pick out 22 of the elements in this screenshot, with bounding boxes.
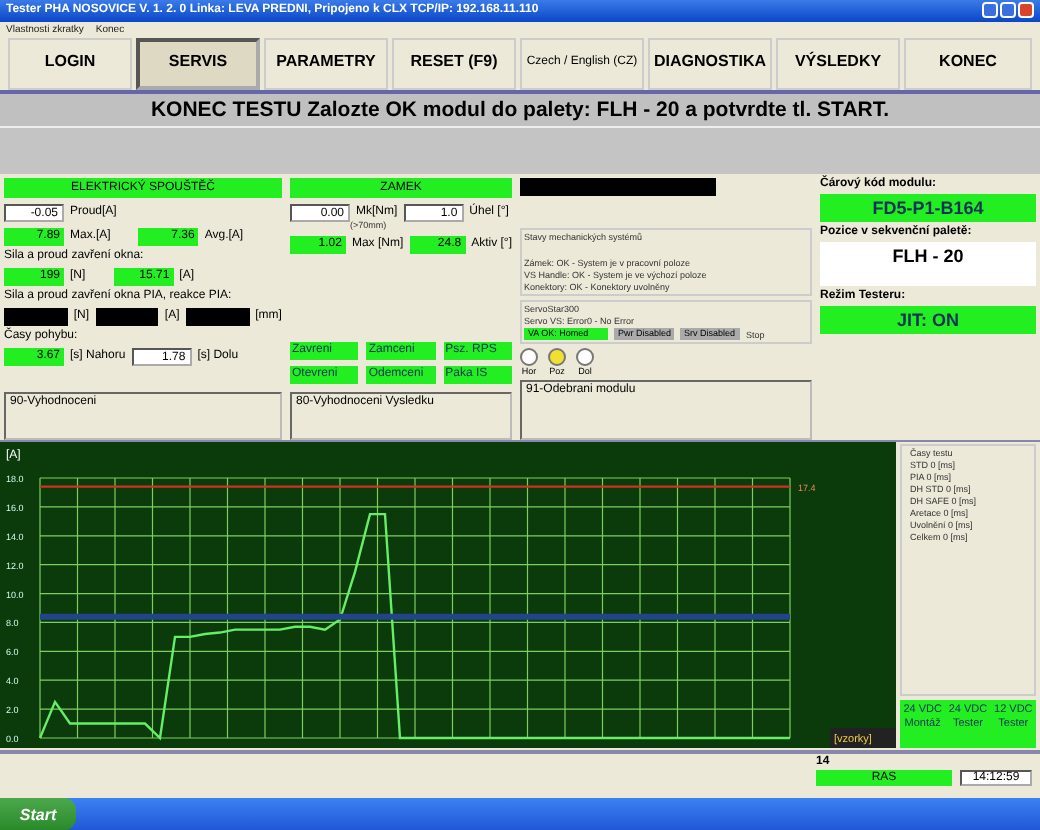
mode-field: JIT: ON [820,306,1036,335]
toolbar-button[interactable]: RESET (F9) [392,37,516,90]
toolbar-button[interactable]: DIAGNOSTIKA [648,37,772,90]
start-button[interactable]: Start [0,798,76,830]
toolbar-button[interactable]: SERVIS [136,37,260,90]
maximize-icon[interactable] [1000,2,1016,19]
position-field: FLH - 20 [820,242,1036,287]
barcode-field: FD5-P1-B164 [820,194,1036,223]
close-icon[interactable] [1018,2,1034,19]
radio-button[interactable] [520,348,538,367]
status-banner: KONEC TESTU Zalozte OK modul do palety: FLH - 20 a potvrdte tl. START. [0,93,1040,126]
toolbar-button[interactable]: PARAMETRY [264,37,388,90]
value-field [95,307,159,326]
value-field [4,307,68,326]
toolbar-button[interactable]: VÝSLEDKY [776,37,900,90]
xunit-background [830,728,896,749]
toolbar-button[interactable]: KONEC [904,37,1032,90]
radio-button[interactable] [548,348,566,367]
toolbar-button[interactable]: LOGIN [8,37,132,90]
minimize-icon[interactable] [982,2,998,19]
radio-button[interactable] [576,348,594,367]
value-field [185,307,250,326]
